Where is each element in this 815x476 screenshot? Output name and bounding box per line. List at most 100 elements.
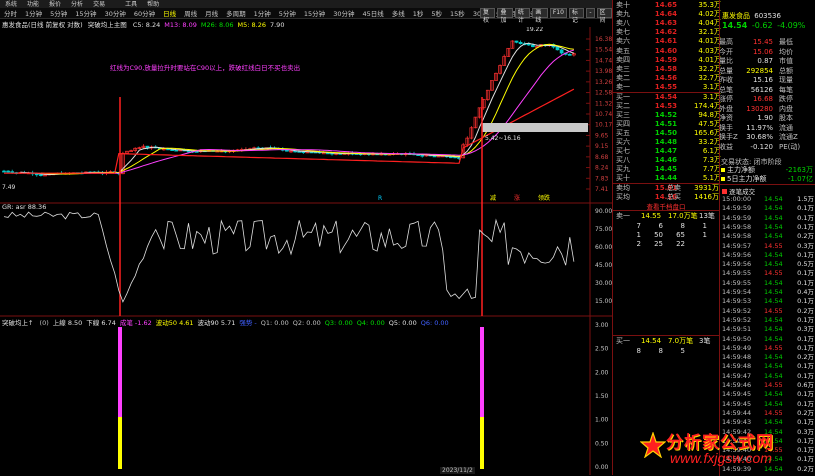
- period-tab[interactable]: 45日线: [358, 8, 387, 18]
- summary-value: 3931万: [694, 184, 719, 192]
- tick-price: 14.55: [764, 408, 783, 417]
- period-tab[interactable]: 15分钟: [300, 8, 329, 18]
- signal-tag: 涨: [514, 194, 520, 202]
- legend-value: 成笔 -1.62: [119, 319, 152, 327]
- queue-cell: 65: [676, 231, 685, 239]
- stock-change: -0.62: [751, 21, 773, 30]
- summary-label: 卖均: [616, 184, 630, 192]
- period-tab[interactable]: 15分钟: [71, 8, 100, 18]
- stat-value: 16.68: [752, 95, 773, 103]
- signal-tag: 减: [490, 194, 496, 202]
- signal-bar-lower: [118, 417, 122, 469]
- toolbar-button[interactable]: 标记: [568, 8, 585, 24]
- stat-value: 130280: [746, 104, 773, 113]
- tick-row: 14:59:53 14.54 0.1万: [720, 297, 815, 306]
- toolbar-button[interactable]: 复权: [480, 8, 496, 24]
- period-tab[interactable]: 1分钟: [250, 8, 275, 18]
- price-axis-label: 9.65: [595, 132, 609, 139]
- legend-value: (0): [39, 319, 49, 327]
- queue-divider: [613, 335, 719, 336]
- osc-axis-label: 15.00: [595, 298, 612, 305]
- tick-price: 14.55: [764, 269, 783, 278]
- period-tab[interactable]: 5秒: [427, 8, 446, 18]
- candle-body: [514, 40, 519, 43]
- osc-axis-label: 75.00: [595, 226, 612, 233]
- queue-cell: 2: [636, 240, 641, 248]
- ask-label: 卖八: [616, 19, 630, 28]
- period-tab[interactable]: 30分钟: [101, 8, 130, 18]
- stat-key: 换手Z: [719, 133, 738, 141]
- period-tab[interactable]: 5分钟: [275, 8, 300, 18]
- tick-volume: 0.1万: [797, 269, 814, 278]
- tick-time: 14:59:55: [722, 269, 752, 278]
- period-tab[interactable]: 30分钟: [329, 8, 358, 18]
- tick-volume: 0.5万: [797, 260, 814, 269]
- tick-row: 14:59:55 14.55 0.1万: [720, 269, 815, 278]
- price-axis-label: 8.68: [595, 154, 609, 161]
- legend-value: Q5: 0.00: [388, 319, 417, 327]
- period-tab[interactable]: 周线: [180, 8, 201, 18]
- toolbar-button[interactable]: -: [586, 8, 595, 18]
- bid-volume: 7.3万: [702, 156, 721, 164]
- price-axis-label: 14.74: [595, 57, 612, 64]
- trough-label: 7.49: [2, 184, 16, 191]
- tick-row: 14:59:52 14.55 0.2万: [720, 307, 815, 316]
- toolbar-button[interactable]: 画线: [532, 8, 548, 24]
- period-tab[interactable]: 1分钟: [21, 8, 46, 18]
- queue-row: 2 25 22: [613, 240, 815, 249]
- tick-time: 14:59:54: [722, 288, 752, 296]
- tick-time: 14:59:43: [722, 418, 752, 427]
- ask-label: 卖七: [616, 28, 630, 37]
- stat-key: 最高: [719, 38, 733, 46]
- period-tab[interactable]: 5分钟: [46, 8, 71, 18]
- period-tab[interactable]: 60分钟: [130, 8, 159, 18]
- legend-value: Q3: 0.00: [324, 319, 353, 327]
- price-axis-label: 12.58: [595, 90, 612, 97]
- stock-code: 603536: [754, 12, 781, 20]
- stat-row: 收益 -0.120 PE(动): [613, 143, 815, 152]
- stat-row: 今开 15.06 均价: [613, 48, 815, 57]
- stat-row: 昨收 15.16 现量: [613, 76, 815, 85]
- flow-marker-icon: [721, 176, 725, 181]
- stat-key: 涨停: [719, 95, 733, 103]
- price-axis-label: 8.24: [595, 165, 609, 172]
- candle-body: [518, 41, 523, 45]
- tick-time: 14:59:48: [722, 362, 752, 371]
- tick-price: 14.54: [764, 325, 783, 334]
- period-tab[interactable]: 多线: [388, 8, 409, 18]
- stat-key: 昨收: [719, 76, 733, 84]
- toolbar-button[interactable]: F10: [549, 8, 567, 18]
- tick-volume: 0.4万: [797, 288, 814, 296]
- toolbar-button[interactable]: 统计: [514, 8, 531, 24]
- candle-body: [420, 154, 425, 157]
- signal-bar-lower: [480, 417, 484, 469]
- stat-key: 量比: [719, 57, 733, 65]
- toolbar-button[interactable]: 叠加: [497, 8, 513, 24]
- period-tab[interactable]: 15秒: [446, 8, 469, 18]
- legend-value: 波动50 4.61: [155, 319, 194, 327]
- stat-value: 1.90: [757, 114, 773, 122]
- stat-row: 总量 292854 总额: [613, 67, 815, 76]
- price-axis-label: 13.98: [595, 68, 612, 75]
- signal-bar-upper: [118, 327, 122, 417]
- period-tab[interactable]: 多周期: [222, 8, 250, 18]
- ask-volume: 4.04万: [698, 19, 721, 28]
- period-tab[interactable]: 1秒: [409, 8, 428, 18]
- bid-price: 14.46: [654, 156, 677, 164]
- period-tab[interactable]: 月线: [201, 8, 222, 18]
- toolbar-button[interactable]: 区间: [596, 8, 612, 24]
- stat-value: 15.16: [752, 76, 773, 84]
- chart-area[interactable]: 16.38 15.54 14.74 13.98 13.26 12.58 11.32 10.74…: [0, 27, 612, 475]
- period-tab[interactable]: 分时: [0, 8, 21, 18]
- price-axis-label: 9.15: [595, 143, 609, 150]
- stat-key: 收益: [719, 142, 733, 151]
- bid-label: 买八: [616, 156, 630, 164]
- price-level-tag: 5.42~16.16: [485, 135, 521, 142]
- tick-volume: 0.1万: [797, 297, 814, 306]
- ask-label: 卖十: [616, 1, 630, 9]
- queue-row: 1 50 65 1: [613, 231, 815, 240]
- ask-price: 14.64: [654, 10, 677, 19]
- tick-row: 14:59:48 14.54 0.1万: [720, 362, 815, 371]
- tick-price: 14.54: [764, 418, 783, 427]
- period-tab[interactable]: 日线: [159, 8, 180, 18]
